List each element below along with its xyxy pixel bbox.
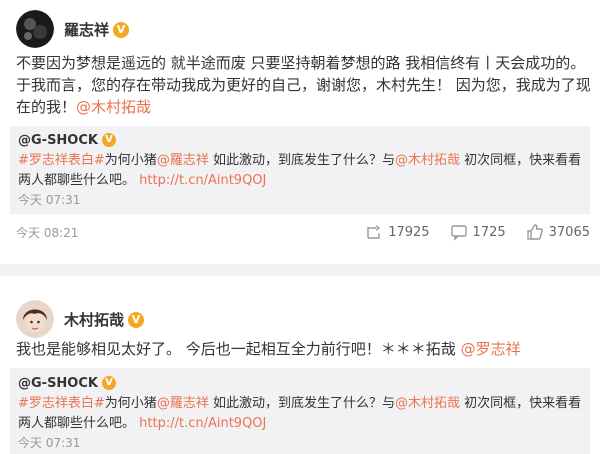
comment-count: 1725 <box>472 224 506 240</box>
verified-badge-icon: V <box>113 21 130 38</box>
author-name-text[interactable]: 木村拓哉 <box>64 309 124 330</box>
repost-icon <box>367 225 381 239</box>
repost-text: #罗志祥表白#为何小猪@羅志祥 如此激动，到底发生了什么？与@木村拓哉 初次同框… <box>18 151 582 191</box>
comment-button[interactable]: 1725 <box>450 223 506 241</box>
like-button[interactable]: 37065 <box>526 223 590 241</box>
repost-text-part: 如此激动，到底发生了什么？与 <box>208 153 395 168</box>
repost-author-name[interactable]: @G-SHOCK <box>18 133 98 148</box>
repost-text: #罗志祥表白#为何小猪@羅志祥 如此激动，到底发生了什么？与@木村拓哉 初次同框… <box>18 394 582 434</box>
post-body: 不要因为梦想是遥远的 就半途而废 只要坚持朝着梦想的路 我相信终有丨天会成功的。… <box>16 52 591 118</box>
hashtag-link[interactable]: #罗志祥表白# <box>18 396 105 411</box>
verified-badge-icon: V <box>101 133 116 147</box>
avatar[interactable] <box>16 300 54 338</box>
author-name[interactable]: 羅志祥 V <box>64 19 130 40</box>
post-footer: 今天 08:21 17925 1725 37065 <box>16 222 590 242</box>
mention-link[interactable]: @木村拓哉 <box>76 98 151 116</box>
comment-icon <box>450 225 467 241</box>
mention-link[interactable]: @木村拓哉 <box>395 153 460 168</box>
author-name-text[interactable]: 羅志祥 <box>64 19 109 40</box>
repost-author-name[interactable]: @G-SHOCK <box>18 376 98 391</box>
post-body-text: 我也是能够相见太好了。 今后也一起相互全力前行吧！＊＊＊拓哉 <box>16 340 456 358</box>
repost-timestamp[interactable]: 今天 07:31 <box>18 434 582 452</box>
repost-author[interactable]: @G-SHOCK V <box>18 129 582 151</box>
repost-author[interactable]: @G-SHOCK V <box>18 372 582 394</box>
repost-text-part: 为何小猪 <box>104 396 157 411</box>
repost-card[interactable]: @G-SHOCK V #罗志祥表白#为何小猪@羅志祥 如此激动，到底发生了什么？… <box>10 368 590 454</box>
repost-card[interactable]: @G-SHOCK V #罗志祥表白#为何小猪@羅志祥 如此激动，到底发生了什么？… <box>10 126 590 214</box>
repost-count: 17925 <box>388 224 430 240</box>
repost-timestamp[interactable]: 今天 07:31 <box>18 191 582 209</box>
repost-text-part: 如此激动，到底发生了什么？与 <box>208 396 395 411</box>
verified-badge-icon: V <box>128 311 145 328</box>
thumbs-up-icon <box>526 224 543 240</box>
short-url-link[interactable]: http://t.cn/Aint9QOJ <box>139 416 266 431</box>
mention-link[interactable]: @罗志祥 <box>461 340 521 358</box>
verified-badge-icon: V <box>101 376 116 390</box>
mention-link[interactable]: @羅志祥 <box>157 396 209 411</box>
mention-link[interactable]: @木村拓哉 <box>395 396 460 411</box>
repost-button[interactable]: 17925 <box>365 223 430 241</box>
post-timestamp[interactable]: 今天 08:21 <box>16 224 345 241</box>
author-name[interactable]: 木村拓哉 V <box>64 309 145 330</box>
short-url-link[interactable]: http://t.cn/Aint9QOJ <box>139 173 266 188</box>
mention-link[interactable]: @羅志祥 <box>157 153 209 168</box>
post-body: 我也是能够相见太好了。 今后也一起相互全力前行吧！＊＊＊拓哉 @罗志祥 <box>16 338 591 360</box>
like-count: 37065 <box>548 224 590 240</box>
post-divider <box>0 264 600 276</box>
hashtag-link[interactable]: #罗志祥表白# <box>18 153 105 168</box>
avatar[interactable] <box>16 10 54 48</box>
repost-text-part: 为何小猪 <box>104 153 157 168</box>
